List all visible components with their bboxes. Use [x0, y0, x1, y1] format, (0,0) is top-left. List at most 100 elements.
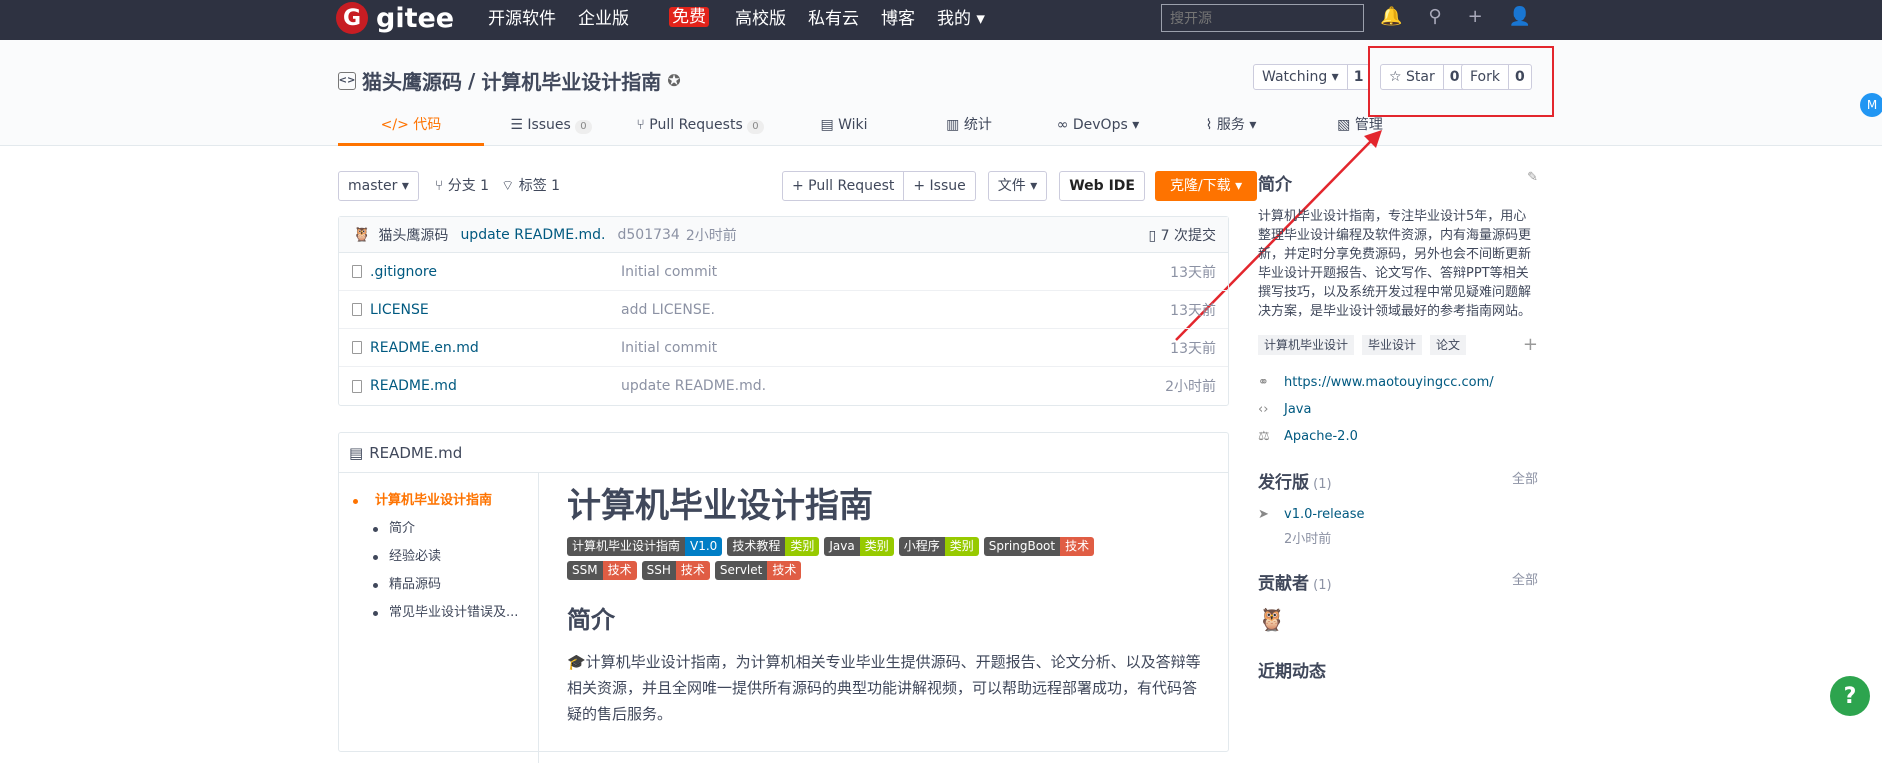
file-row[interactable]: README.md update README.md. 2小时前: [339, 367, 1228, 405]
badge-label: 小程序: [898, 537, 945, 556]
toc-item[interactable]: 常见毕业设计错误及...: [353, 599, 538, 627]
file-row[interactable]: LICENSE add LICENSE. 13天前: [339, 291, 1228, 329]
scale-icon: ⚖: [1258, 429, 1270, 444]
toc-item[interactable]: 经验必读: [353, 543, 538, 571]
stats-icon: ▥: [946, 117, 964, 133]
file-list: 🦉 猫头鹰源码 update README.md. d501734 2小时前 ▯…: [338, 216, 1229, 406]
service-icon: ⌇: [1205, 117, 1217, 133]
tab-wiki[interactable]: ▤ Wiki: [782, 112, 906, 146]
homepage-link[interactable]: ⚭ https://www.maotouyingcc.com/: [1258, 369, 1538, 396]
badge-value: 技术: [1060, 537, 1095, 556]
devops-icon: ∞: [1056, 117, 1073, 133]
badge-label: SpringBoot: [983, 537, 1061, 556]
badge: 计算机毕业设计指南 V1.0: [567, 537, 723, 556]
file-icon: [352, 341, 362, 354]
tab-stats[interactable]: ▥ 统计: [906, 112, 1032, 146]
clone-download-button[interactable]: 克隆/下载 ▾: [1154, 171, 1258, 201]
release-count: (1): [1313, 477, 1332, 492]
tab-code[interactable]: </> 代码: [338, 112, 484, 146]
badge: 技术教程 类别: [727, 537, 820, 556]
action-bar: + Pull Request + Issue 文件 ▾ Web IDE 克隆/下…: [782, 171, 1258, 201]
commit-hash[interactable]: d501734: [618, 227, 680, 243]
add-tag-icon[interactable]: +: [1523, 334, 1538, 355]
branch-select[interactable]: master ▾: [338, 171, 419, 201]
release-all-link[interactable]: 全部: [1512, 468, 1538, 493]
file-name[interactable]: README.md: [370, 378, 457, 394]
file-name[interactable]: LICENSE: [370, 302, 429, 318]
license-name: Apache-2.0: [1284, 429, 1358, 444]
file-commit-message[interactable]: update README.md.: [621, 378, 766, 394]
contributor-avatar[interactable]: 🦉: [1258, 608, 1538, 633]
badge-list: 计算机毕业设计指南 V1.0 技术教程 类别 Java 类别 小程序 类别 SpringBoot…: [567, 537, 1167, 580]
tab-pull-requests[interactable]: ⑂ Pull Requests 0: [618, 112, 782, 146]
commit-count-link[interactable]: ▯ 7 次提交: [1148, 225, 1216, 245]
release-time: 2小时前: [1284, 532, 1332, 547]
issues-count: 0: [575, 120, 592, 134]
help-button[interactable]: ?: [1830, 676, 1870, 716]
contrib-header: 贡献者 (1) 全部: [1258, 569, 1538, 594]
toc-item[interactable]: 精品源码: [353, 571, 538, 599]
license-link[interactable]: ⚖ Apache-2.0: [1258, 423, 1538, 450]
intro-header: 简介 ✎: [1258, 170, 1538, 195]
commit-author[interactable]: 猫头鹰源码: [378, 225, 448, 245]
contrib-all-link[interactable]: 全部: [1512, 569, 1538, 594]
manage-icon: ▧: [1337, 117, 1355, 133]
badge: SSM 技术: [567, 561, 637, 580]
file-time: 13天前: [1170, 340, 1216, 357]
link-icon: ⚭: [1258, 375, 1269, 390]
issues-icon: ☰: [510, 117, 528, 133]
release-name: v1.0-release: [1284, 507, 1365, 522]
file-commit-message[interactable]: Initial commit: [621, 264, 717, 280]
pull-request-button[interactable]: + Pull Request: [782, 171, 905, 201]
file-icon: [352, 265, 362, 278]
badge-value: 技术: [602, 561, 637, 580]
tab-manage[interactable]: ▧ 管理: [1298, 112, 1422, 146]
badge-value: V1.0: [685, 537, 723, 556]
badge-label: 技术教程: [727, 537, 786, 556]
badge-label: Java: [824, 537, 860, 556]
tab-devops[interactable]: ∞ DevOps ▾: [1032, 112, 1164, 146]
send-icon: ➤: [1258, 507, 1269, 522]
intro-title: 简介: [1258, 175, 1292, 195]
tab-issues[interactable]: ☰ Issues 0: [484, 112, 618, 146]
badge-value: 类别: [785, 537, 820, 556]
repo-sidebar: 简介 ✎ 计算机毕业设计指南，专注毕业设计5年，用心整理毕业设计编程及软件资源，…: [1258, 170, 1538, 682]
file-commit-message[interactable]: Initial commit: [621, 340, 717, 356]
toc-item[interactable]: 计算机毕业设计指南: [353, 487, 538, 515]
file-name[interactable]: README.en.md: [370, 340, 479, 356]
tags-link[interactable]: ⌔ 标签 1: [501, 171, 560, 201]
file-name[interactable]: .gitignore: [370, 264, 437, 280]
badge-value: 技术: [675, 561, 710, 580]
branches-link[interactable]: ⑂ 分支 1: [435, 171, 489, 201]
badge: SpringBoot 技术: [983, 537, 1095, 556]
file-commit-message[interactable]: add LICENSE.: [621, 302, 715, 318]
commits-icon: ▯: [1148, 227, 1161, 244]
tab-pr-label: Pull Requests: [649, 117, 743, 133]
language-link[interactable]: ‹› Java: [1258, 396, 1538, 423]
file-row[interactable]: .gitignore Initial commit 13天前: [339, 253, 1228, 291]
contrib-title: 贡献者: [1258, 574, 1309, 594]
release-link[interactable]: ➤ v1.0-release: [1258, 501, 1538, 528]
readme-section-title: 简介: [567, 606, 615, 634]
edit-icon[interactable]: ✎: [1527, 170, 1538, 195]
file-button[interactable]: 文件 ▾: [987, 171, 1048, 201]
toc-item[interactable]: 简介: [353, 515, 538, 543]
tab-service[interactable]: ⌇ 服务 ▾: [1164, 112, 1298, 146]
float-m-icon[interactable]: M: [1860, 93, 1882, 117]
topic-tag[interactable]: 论文: [1430, 335, 1467, 355]
webide-button[interactable]: Web IDE: [1059, 171, 1145, 201]
wiki-icon: ▤: [820, 117, 839, 133]
file-row[interactable]: README.en.md Initial commit 13天前: [339, 329, 1228, 367]
badge-label: SSH: [641, 561, 676, 580]
pr-icon: ⑂: [636, 117, 650, 133]
topic-tag[interactable]: 毕业设计: [1362, 335, 1423, 355]
topic-tag[interactable]: 计算机毕业设计: [1258, 335, 1355, 355]
commit-time: 2小时前: [685, 227, 737, 244]
badge: Java 类别: [824, 537, 894, 556]
topic-tags: 计算机毕业设计 毕业设计 论文: [1258, 335, 1467, 355]
commit-count: 7 次提交: [1160, 227, 1216, 244]
issue-button[interactable]: + Issue: [904, 171, 976, 201]
readme-toc: 计算机毕业设计指南 简介 经验必读 精品源码 常见毕业设计错误及...: [339, 473, 539, 763]
badge-label: SSM: [567, 561, 603, 580]
commit-message[interactable]: update README.md.: [460, 227, 605, 243]
